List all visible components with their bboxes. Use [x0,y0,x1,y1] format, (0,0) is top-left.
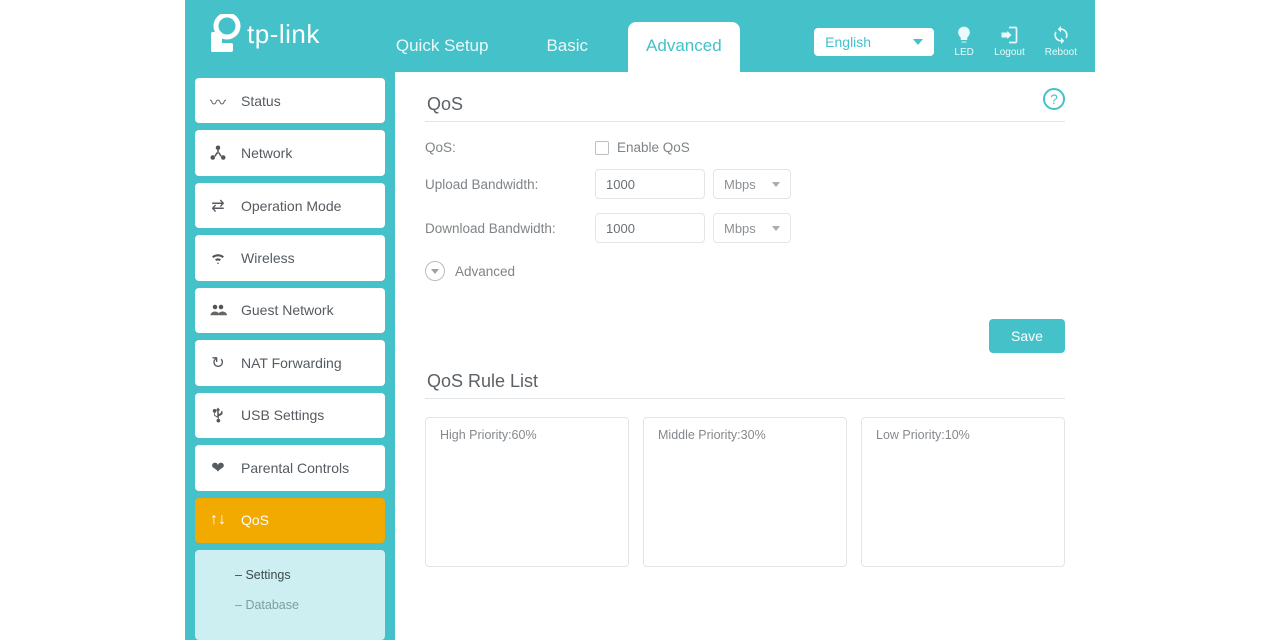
sidebar-item-usb-settings[interactable]: USB Settings [195,393,385,438]
upload-unit-select[interactable]: Mbps [713,169,791,199]
sidebar-sub-database[interactable]: Database [195,590,385,620]
sidebar-item-nat-forwarding[interactable]: ↻ NAT Forwarding [195,340,385,385]
brand-logo: tp-link [207,14,320,54]
rule-card-high[interactable]: High Priority:60% [425,417,629,567]
sidebar-item-parental-controls[interactable]: ❤ Parental Controls [195,445,385,490]
top-tabs: Quick Setup Basic Advanced [378,22,740,72]
sidebar-item-status[interactable]: 〰 Status [195,78,385,123]
parental-controls-icon: ❤ [209,458,227,478]
logout-icon [999,25,1019,45]
tab-quick-setup[interactable]: Quick Setup [378,22,507,72]
reboot-button[interactable]: Reboot [1045,25,1077,58]
wireless-icon [209,249,227,267]
usb-icon [209,406,227,424]
sidebar-item-guest-network[interactable]: Guest Network [195,288,385,333]
content: ? QoS QoS: Enable QoS Upload Bandwidth: … [395,72,1095,640]
tplink-logo-icon [207,14,241,54]
qos-rule-list: High Priority:60% Middle Priority:30% Lo… [425,417,1065,567]
help-button[interactable]: ? [1043,88,1065,110]
led-icon [954,25,974,45]
sidebar-item-operation-mode[interactable]: ⇄ Operation Mode [195,183,385,228]
nat-forwarding-icon: ↻ [209,353,227,373]
operation-mode-icon: ⇄ [209,196,227,216]
sidebar-item-wireless[interactable]: Wireless [195,235,385,280]
header: tp-link Quick Setup Basic Advanced Engli… [185,0,1095,72]
tab-basic[interactable]: Basic [528,22,606,72]
save-button[interactable]: Save [989,319,1065,353]
sidebar: 〰 Status Network ⇄ Operation Mode Wirele… [185,72,395,640]
language-value: English [825,34,871,50]
sidebar-submenu: Settings Database [195,550,385,640]
tab-advanced[interactable]: Advanced [628,22,740,72]
chevron-down-icon [772,226,780,231]
rule-card-middle[interactable]: Middle Priority:30% [643,417,847,567]
advanced-toggle[interactable]: Advanced [425,261,1065,281]
language-select[interactable]: English [814,28,934,56]
download-bandwidth-input[interactable] [595,213,705,243]
download-bandwidth-label: Download Bandwidth: [425,221,595,236]
enable-qos-label: Enable QoS [617,140,690,155]
brand-text: tp-link [247,19,320,50]
network-icon [209,144,227,162]
chevron-circle-down-icon [425,261,445,281]
chevron-down-icon [772,182,780,187]
sidebar-item-network[interactable]: Network [195,130,385,175]
qos-icon: ↑↓ [209,511,227,529]
logout-button[interactable]: Logout [994,25,1025,58]
sidebar-sub-settings[interactable]: Settings [195,560,385,590]
rule-list-title: QoS Rule List [427,371,1065,392]
guest-network-icon [209,301,227,319]
qos-title: QoS [427,94,1065,115]
qos-label: QoS: [425,140,595,155]
upload-bandwidth-input[interactable] [595,169,705,199]
rule-card-low[interactable]: Low Priority:10% [861,417,1065,567]
upload-bandwidth-label: Upload Bandwidth: [425,177,595,192]
header-right: English LED Logout Reboot [814,25,1077,58]
led-button[interactable]: LED [954,25,974,58]
status-icon: 〰 [209,89,227,113]
divider [425,398,1065,399]
enable-qos-checkbox[interactable] [595,141,609,155]
divider [425,121,1065,122]
chevron-down-icon [913,39,923,45]
sidebar-item-qos[interactable]: ↑↓ QoS [195,498,385,543]
download-unit-select[interactable]: Mbps [713,213,791,243]
reboot-icon [1051,25,1071,45]
